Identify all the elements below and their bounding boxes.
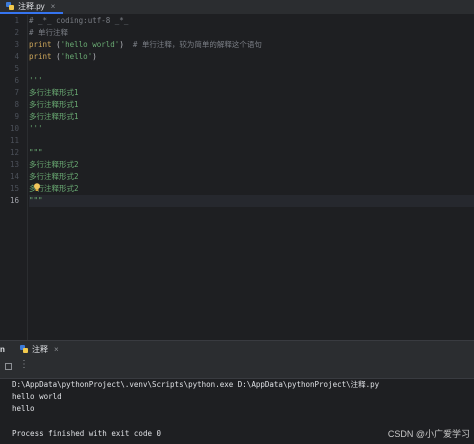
python-file-icon [20, 345, 28, 353]
line-number: 12 [9, 148, 19, 157]
code-editor[interactable]: 1 2 3 4 5 6 7 8 9 10 11 12 13 14 15 16 #… [0, 15, 474, 340]
close-icon[interactable]: × [54, 345, 59, 354]
line-number: 6 [14, 76, 19, 85]
run-tab[interactable]: 注释 × [20, 341, 59, 357]
code-token-function: print [29, 52, 52, 61]
line-number: 7 [14, 88, 19, 97]
run-tool-window-header: n 注释 × [0, 341, 474, 357]
console-command-line: D:\AppData\pythonProject\.venv\Scripts\p… [12, 380, 380, 389]
code-line: """ [29, 148, 43, 157]
line-number: 1 [14, 16, 19, 25]
close-icon[interactable]: × [51, 2, 56, 11]
editor-tab-main-file[interactable]: 注释.py × [0, 0, 64, 14]
line-number: 9 [14, 112, 19, 121]
code-line: ''' [29, 124, 43, 133]
code-line: 多行注释形式2 [29, 184, 79, 193]
line-number: 4 [14, 52, 19, 61]
more-options-icon[interactable]: ⋮ [19, 359, 29, 370]
line-number: 15 [9, 184, 19, 193]
code-token-comment: # 单行注释，较为简单的解释这个语句 [123, 40, 262, 49]
line-number: 13 [9, 160, 19, 169]
code-line: print ('hello world') # 单行注释，较为简单的解释这个语句 [29, 39, 474, 51]
console-exit-line: Process finished with exit code 0 [12, 429, 162, 438]
line-number: 3 [14, 40, 19, 49]
code-line: ''' [29, 76, 43, 85]
code-token-paren: ( [51, 52, 61, 61]
console-output-line: hello [12, 404, 35, 413]
code-token-paren: ) [92, 52, 97, 61]
line-number: 8 [14, 100, 19, 109]
stop-icon[interactable] [5, 363, 12, 370]
line-number-current: 16 [9, 196, 19, 205]
console-output-line: hello world [12, 392, 62, 401]
code-line: 多行注释形式2 [29, 172, 79, 181]
code-line-current: """ [29, 195, 474, 207]
run-tab-label: 注释 [32, 344, 48, 354]
code-line: 多行注释形式1 [29, 88, 79, 97]
python-file-icon [6, 2, 14, 10]
code-line: 多行注释形式1 [29, 100, 79, 109]
code-token-function: print [29, 40, 52, 49]
code-line: # 单行注释 [29, 28, 69, 37]
code-token-string: 'hello world' [60, 40, 120, 49]
code-line: 多行注释形式2 [29, 160, 79, 169]
code-line: # _*_ coding:utf-8 _*_ [29, 16, 129, 25]
run-toolbar: ⋮ [0, 357, 474, 379]
watermark: CSDN @小广爱学习 [387, 429, 470, 439]
code-line: print ('hello') [29, 51, 474, 63]
lightbulb-icon[interactable] [33, 183, 41, 191]
line-number: 14 [9, 172, 19, 181]
line-number: 10 [9, 124, 19, 133]
line-number: 11 [9, 136, 19, 145]
line-number-gutter: 1 2 3 4 5 6 7 8 9 10 11 12 13 14 15 16 [0, 15, 28, 340]
editor-tab-bar: 注释.py × [0, 0, 474, 15]
code-token-string: 'hello' [60, 52, 93, 61]
run-tool-label[interactable]: n [0, 345, 5, 354]
editor-tab-label: 注释.py [18, 1, 45, 11]
code-line: 多行注释形式1 [29, 112, 79, 121]
code-token-paren: ( [51, 40, 61, 49]
line-number: 2 [14, 28, 19, 37]
line-number: 5 [14, 64, 19, 73]
